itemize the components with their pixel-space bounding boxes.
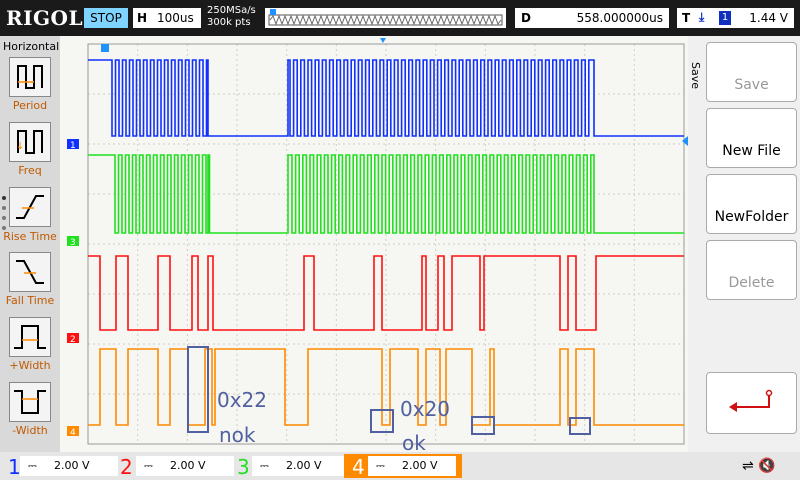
delay-readout[interactable]: D 558.000000us <box>515 8 669 28</box>
fall-time-button[interactable] <box>9 252 51 292</box>
speaker-muted-icon: 🔇 <box>758 458 776 474</box>
ch1-marker-label: 1 <box>70 141 76 151</box>
usb-icon: ⇌ <box>742 458 754 474</box>
ch3-number: 3 <box>237 455 250 479</box>
trigger-t-marker <box>101 44 109 52</box>
rise-time-button[interactable] <box>9 187 51 227</box>
ch4-scale-box[interactable]: ⎓ 2.00 V <box>368 456 456 476</box>
save-menu-title: Save <box>689 62 702 90</box>
new-folder-label: NewFolder <box>714 209 789 225</box>
ch4-number: 4 <box>352 455 365 479</box>
ch2-scale-box[interactable]: ⎓ 2.00 V <box>136 456 234 476</box>
svg-text:↓: ↓ <box>16 141 24 152</box>
rise-time-icon <box>16 195 44 219</box>
run-stop-status[interactable]: STOP <box>84 8 128 28</box>
trigger-level: 1.44 V <box>749 11 788 25</box>
waveform-canvas: 1 3 2 4 0x22 nok 0x20 ok <box>67 38 688 455</box>
save-button-label: Save <box>734 77 769 93</box>
neg-width-button[interactable] <box>9 382 51 422</box>
ch3-scale: 2.00 V <box>286 459 322 472</box>
annotation-label-b-status: ok <box>402 431 426 452</box>
annotation-box-ok <box>569 417 591 435</box>
memory-depth: 300k pts <box>207 17 251 28</box>
sample-rate: 250MSa/s <box>207 5 256 16</box>
trigger-edge-icon: ⤓ <box>699 10 705 24</box>
page-dot <box>2 216 6 220</box>
ch3-marker-label: 3 <box>70 238 76 248</box>
period-icon <box>17 65 43 89</box>
period-button[interactable] <box>9 57 51 97</box>
ch1-scale-box[interactable]: ⎓ 2.00 V <box>20 456 118 476</box>
new-folder-button[interactable]: NewFolder <box>706 174 797 234</box>
delete-button[interactable]: Delete <box>706 240 797 300</box>
annotation-label-a-status: nok <box>219 423 256 447</box>
ch4-scale: 2.00 V <box>402 459 438 472</box>
fall-time-label: Fall Time <box>5 294 55 307</box>
brand-logo: RIGOL <box>6 6 84 30</box>
ch2-number: 2 <box>120 455 133 479</box>
annotation-label-b-value: 0x20 <box>400 397 450 421</box>
pos-width-button[interactable] <box>9 317 51 357</box>
freq-icon: ↓ <box>16 130 43 154</box>
dc-coupling-icon: ⎓ <box>260 459 269 472</box>
trigger-readout[interactable]: T ⤓ 1 1.44 V <box>677 8 794 28</box>
dc-coupling-icon: ⎓ <box>144 459 153 472</box>
trigger-key: T <box>682 11 691 25</box>
neg-width-icon <box>14 390 46 414</box>
memory-position-strip <box>265 8 506 28</box>
return-arrow-icon <box>729 389 773 412</box>
horizontal-key: H <box>137 11 148 25</box>
measure-menu-title: Horizontal <box>3 40 60 53</box>
ch3-scale-box[interactable]: ⎓ 2.00 V <box>252 456 350 476</box>
dc-coupling-icon: ⎓ <box>376 459 385 472</box>
page-dot <box>2 196 6 200</box>
freq-button[interactable]: ↓ <box>9 122 51 162</box>
neg-width-label: -Width <box>12 424 48 437</box>
freq-label: Freq <box>18 164 42 177</box>
period-label: Period <box>12 99 48 112</box>
delay-value: 558.000000us <box>576 11 663 25</box>
annotation-label-a-value: 0x22 <box>217 388 267 412</box>
ch1-scale: 2.00 V <box>54 459 90 472</box>
ch2-scale: 2.00 V <box>170 459 206 472</box>
trigger-position-marker <box>380 38 386 43</box>
waveform-display[interactable]: 1 3 2 4 0x22 nok 0x20 ok <box>60 36 688 455</box>
rise-time-label: Rise Time <box>3 230 57 243</box>
new-file-label: New File <box>722 143 781 159</box>
timebase-value: 100us <box>157 11 194 25</box>
back-button[interactable] <box>706 372 797 434</box>
ch2-marker-label: 2 <box>70 335 76 345</box>
save-button[interactable]: Save <box>706 42 797 102</box>
page-dot <box>2 206 6 210</box>
ch2-trace <box>88 255 684 331</box>
acquisition-info: 250MSa/s 300k pts <box>207 5 256 29</box>
timebase-readout[interactable]: H 100us <box>133 8 201 28</box>
ch4-marker-label: 4 <box>70 428 76 438</box>
dc-coupling-icon: ⎓ <box>28 459 37 472</box>
pos-width-label: +Width <box>9 359 51 372</box>
new-file-button[interactable]: New File <box>706 108 797 168</box>
delete-label: Delete <box>728 275 775 291</box>
ch3-trace <box>88 154 684 234</box>
delay-key: D <box>521 11 531 25</box>
ch1-number: 1 <box>8 455 21 479</box>
pos-width-icon <box>14 325 46 349</box>
usb-speaker-status: ⇌ 🔇 <box>742 458 776 474</box>
fall-time-icon <box>16 260 44 284</box>
memory-strip-graphic <box>268 9 503 26</box>
trigger-source: 1 <box>719 11 731 25</box>
